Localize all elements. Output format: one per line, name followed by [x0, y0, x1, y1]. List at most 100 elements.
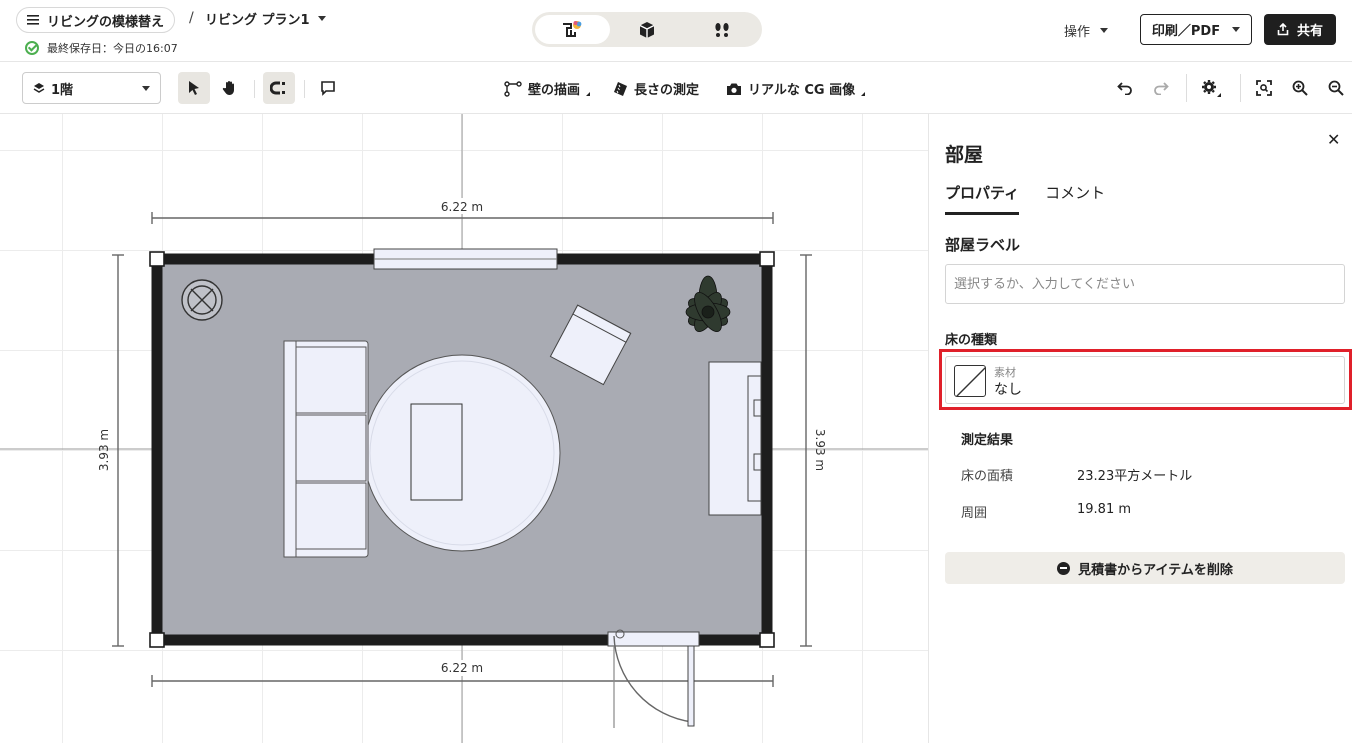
gear-icon: [1202, 80, 1221, 97]
zoom-out-button[interactable]: [1320, 72, 1352, 104]
toolbar-divider: [254, 80, 255, 98]
camera-icon: [727, 83, 741, 95]
focus-icon: [1256, 80, 1272, 96]
snap-magnet-button[interactable]: [263, 72, 295, 104]
dimension-right: [800, 254, 812, 647]
layers-icon: [33, 83, 45, 93]
dimension-bottom-label: 6.22 m: [441, 661, 483, 675]
measure-title: 測定結果: [961, 433, 1014, 448]
operations-menu[interactable]: 操作: [1064, 21, 1109, 40]
floor-material-selector[interactable]: 素材 なし: [945, 356, 1345, 404]
close-icon[interactable]: ✕: [1327, 130, 1340, 149]
plan-selector[interactable]: リビング プラン1: [205, 9, 326, 28]
measure-row-area: 床の面積 23.23平方メートル: [961, 465, 1192, 484]
toolbar-divider: [304, 80, 305, 98]
fit-view-button[interactable]: [1248, 72, 1280, 104]
settings-button[interactable]: [1195, 72, 1227, 104]
view-mode-toggle: [532, 12, 762, 47]
saved-text: 最終保存日：今日の16:07: [47, 42, 178, 55]
dimension-left-label: 3.93 m: [97, 429, 111, 471]
measure-key: 周囲: [961, 506, 988, 521]
floor-type-heading: 床の種類: [945, 333, 998, 348]
render-label: リアルな CG 画像: [748, 83, 856, 98]
view-3d-button[interactable]: [610, 15, 685, 44]
no-material-swatch-icon: [954, 365, 986, 397]
toolbar-divider: [1186, 74, 1187, 102]
ruler-icon: [614, 81, 627, 96]
save-status: 最終保存日：今日の16:07: [25, 40, 178, 56]
comment-tool-button[interactable]: [312, 72, 344, 104]
measure-row-perimeter: 周囲 19.81 m: [961, 502, 1131, 521]
check-circle-icon: [25, 41, 39, 55]
breadcrumb-separator: /: [189, 10, 194, 26]
cube-icon: [639, 21, 655, 38]
measure-key: 床の面積: [961, 469, 1014, 484]
floorplan-svg: 6.22 m 6.22 m 3.93 m 3.93 m: [0, 114, 928, 743]
magnet-icon: [270, 81, 285, 95]
door-leaf: [687, 645, 695, 727]
share-button[interactable]: 共有: [1264, 14, 1336, 45]
plan-name: リビング プラン1: [205, 13, 310, 28]
tv-console: [708, 361, 762, 516]
measure-value: 23.23平方メートル: [1077, 469, 1193, 484]
room-label-input[interactable]: [945, 264, 1345, 304]
floorplan-canvas[interactable]: 6.22 m 6.22 m 3.93 m 3.93 m: [0, 114, 928, 743]
chevron-down-icon: [1232, 27, 1241, 32]
footprints-icon: [715, 22, 729, 37]
top-header: リビングの模様替え / リビング プラン1 最終保存日：今日の16:07 操作 …: [0, 0, 1352, 62]
dimension-left: [112, 254, 124, 647]
more-options-corner-icon: [861, 91, 866, 96]
remove-label: 見積書からアイテムを削除: [1078, 562, 1233, 578]
minus-circle-icon: [1057, 561, 1071, 575]
draw-wall-tool[interactable]: 壁の描画: [504, 79, 591, 98]
zoom-out-icon: [1328, 80, 1344, 96]
operations-label: 操作: [1064, 25, 1091, 40]
material-value: なし: [994, 382, 1022, 398]
panel-title: 部屋: [945, 144, 984, 166]
floor-select[interactable]: 1階: [22, 72, 161, 104]
print-pdf-button[interactable]: 印刷／PDF: [1140, 14, 1252, 45]
door-swing: [613, 635, 693, 723]
toolbar: 1階 壁の描画 長さの測定 リアルな CG 画像: [0, 62, 1352, 114]
toolbar-divider: [1240, 74, 1241, 102]
properties-panel: ✕ 部屋 プロパティ コメント 部屋ラベル 床の種類 素材 なし 測定結果 床の…: [928, 114, 1352, 743]
panel-tabs: プロパティ コメント: [945, 182, 1105, 215]
undo-icon: [1117, 82, 1132, 95]
share-icon: [1277, 23, 1289, 36]
share-label: 共有: [1296, 24, 1323, 39]
sofa: [283, 340, 369, 558]
room-label-heading: 部屋ラベル: [945, 236, 1021, 254]
view-walkthrough-button[interactable]: [684, 15, 759, 44]
measure-value: 19.81 m: [1077, 502, 1132, 517]
project-menu-button[interactable]: リビングの模様替え: [16, 7, 176, 33]
chevron-down-icon: [317, 16, 326, 21]
coffee-table: [410, 403, 463, 501]
view-2d-button[interactable]: [535, 15, 610, 44]
measure-tool[interactable]: 長さの測定: [614, 79, 699, 98]
measure-label: 長さの測定: [634, 83, 700, 98]
pan-tool-button[interactable]: [214, 72, 246, 104]
floorplan-2d-icon: [563, 20, 582, 37]
chevron-down-icon: [142, 85, 150, 91]
undo-button[interactable]: [1109, 72, 1141, 104]
material-caption: 素材: [994, 366, 1016, 379]
render-tool[interactable]: リアルな CG 画像: [726, 79, 866, 98]
redo-button[interactable]: [1145, 72, 1177, 104]
dimension-top-label: 6.22 m: [441, 200, 483, 214]
zoom-in-icon: [1292, 80, 1308, 96]
zoom-in-button[interactable]: [1284, 72, 1316, 104]
tab-properties[interactable]: プロパティ: [945, 182, 1020, 215]
ceiling-vent: [181, 279, 223, 321]
select-tool-button[interactable]: [178, 72, 210, 104]
dimension-right-label: 3.93 m: [813, 429, 827, 471]
comment-icon: [321, 81, 335, 96]
pointer-icon: [189, 81, 199, 95]
chevron-down-icon: [1100, 28, 1109, 33]
door-frame: [607, 631, 700, 647]
remove-from-estimate-button[interactable]: 見積書からアイテムを削除: [945, 552, 1345, 584]
floor-label: 1階: [51, 82, 74, 98]
project-name: リビングの模様替え: [47, 14, 165, 30]
more-options-corner-icon: [586, 91, 591, 96]
tab-comments[interactable]: コメント: [1045, 182, 1105, 215]
hand-icon: [222, 81, 234, 95]
